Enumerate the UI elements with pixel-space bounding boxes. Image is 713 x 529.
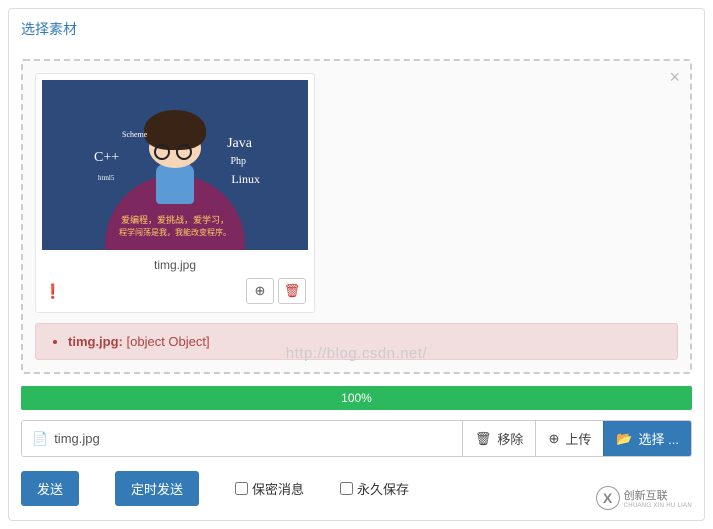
remove-label: 移除 (497, 429, 523, 448)
label-cpp: C++ (94, 150, 119, 166)
trash-icon: 🗑 (284, 283, 301, 299)
thumbnail-card: Java Php Linux C++ Scheme html5 爱编程，爱挑战，… (35, 73, 315, 313)
material-panel: 选择素材 × Java Php Linux C++ Scheme (8, 8, 705, 521)
brand-line1: 创新互联 (624, 487, 692, 503)
secret-label: 保密消息 (252, 479, 304, 498)
thumbnail-filename: timg.jpg (42, 250, 308, 274)
dropzone: × Java Php Linux C++ Scheme html5 (21, 59, 692, 374)
warning-icon: ❗ (44, 283, 61, 300)
thumb-upload-button[interactable]: ⊕ (246, 278, 274, 304)
thumbnail-image: Java Php Linux C++ Scheme html5 爱编程，爱挑战，… (42, 80, 308, 250)
brand-line2: CHUANG XIN HU LIAN (624, 503, 692, 509)
permsave-checkbox[interactable] (340, 482, 353, 495)
label-java: Java (227, 136, 252, 152)
permsave-checkbox-wrap[interactable]: 永久保存 (340, 479, 409, 498)
progress-bar: 100% (21, 386, 692, 410)
upload-icon: ⊕ (548, 431, 559, 447)
upload-button[interactable]: ⊕ 上传 (535, 421, 603, 456)
panel-body: × Java Php Linux C++ Scheme html5 (9, 49, 704, 520)
caption-2: 程学闯荡是我，我能改变程序。 (119, 227, 231, 238)
remove-button[interactable]: 🗑 移除 (462, 421, 536, 456)
error-filename: timg.jpg: (68, 334, 123, 349)
brand-text: 创新互联 CHUANG XIN HU LIAN (624, 487, 692, 509)
upload-label: 上传 (565, 429, 591, 448)
close-icon[interactable]: × (669, 67, 680, 88)
brand-logo: X (596, 486, 620, 510)
cartoon-boy (144, 110, 206, 150)
trash-icon: 🗑 (475, 431, 492, 447)
progress-label: 100% (341, 391, 372, 405)
secret-checkbox-wrap[interactable]: 保密消息 (235, 479, 304, 498)
file-input-row: 📄 timg.jpg 🗑 移除 ⊕ 上传 📂 选择 ... (21, 420, 692, 457)
caption-1: 爱编程，爱挑战，爱学习， (121, 213, 229, 226)
error-alert: timg.jpg: [object Object] (35, 323, 678, 360)
send-button[interactable]: 发送 (21, 471, 79, 506)
brand-badge: X 创新互联 CHUANG XIN HU LIAN (596, 486, 692, 510)
select-button[interactable]: 📂 选择 ... (603, 421, 691, 456)
secret-checkbox[interactable] (235, 482, 248, 495)
error-message: [object Object] (123, 334, 210, 349)
folder-icon: 📂 (616, 431, 632, 447)
file-icon: 📄 (32, 431, 48, 447)
panel-title: 选择素材 (9, 9, 704, 49)
label-scheme: Scheme (122, 130, 147, 139)
upload-icon: ⊕ (255, 283, 266, 299)
select-label: 选择 ... (639, 429, 679, 448)
label-html5: html5 (98, 174, 114, 182)
file-display: 📄 timg.jpg (22, 421, 462, 456)
action-row: 发送 定时发送 保密消息 永久保存 (21, 457, 692, 510)
label-php: Php (230, 156, 246, 167)
thumbnail-footer: ❗ ⊕ 🗑 (42, 274, 308, 306)
permsave-label: 永久保存 (357, 479, 409, 498)
error-item: timg.jpg: [object Object] (68, 334, 663, 349)
file-name: timg.jpg (54, 431, 100, 446)
schedule-send-button[interactable]: 定时发送 (115, 471, 199, 506)
thumbnail-actions: ⊕ 🗑 (246, 278, 306, 304)
thumb-delete-button[interactable]: 🗑 (278, 278, 306, 304)
label-linux: Linux (231, 172, 260, 187)
